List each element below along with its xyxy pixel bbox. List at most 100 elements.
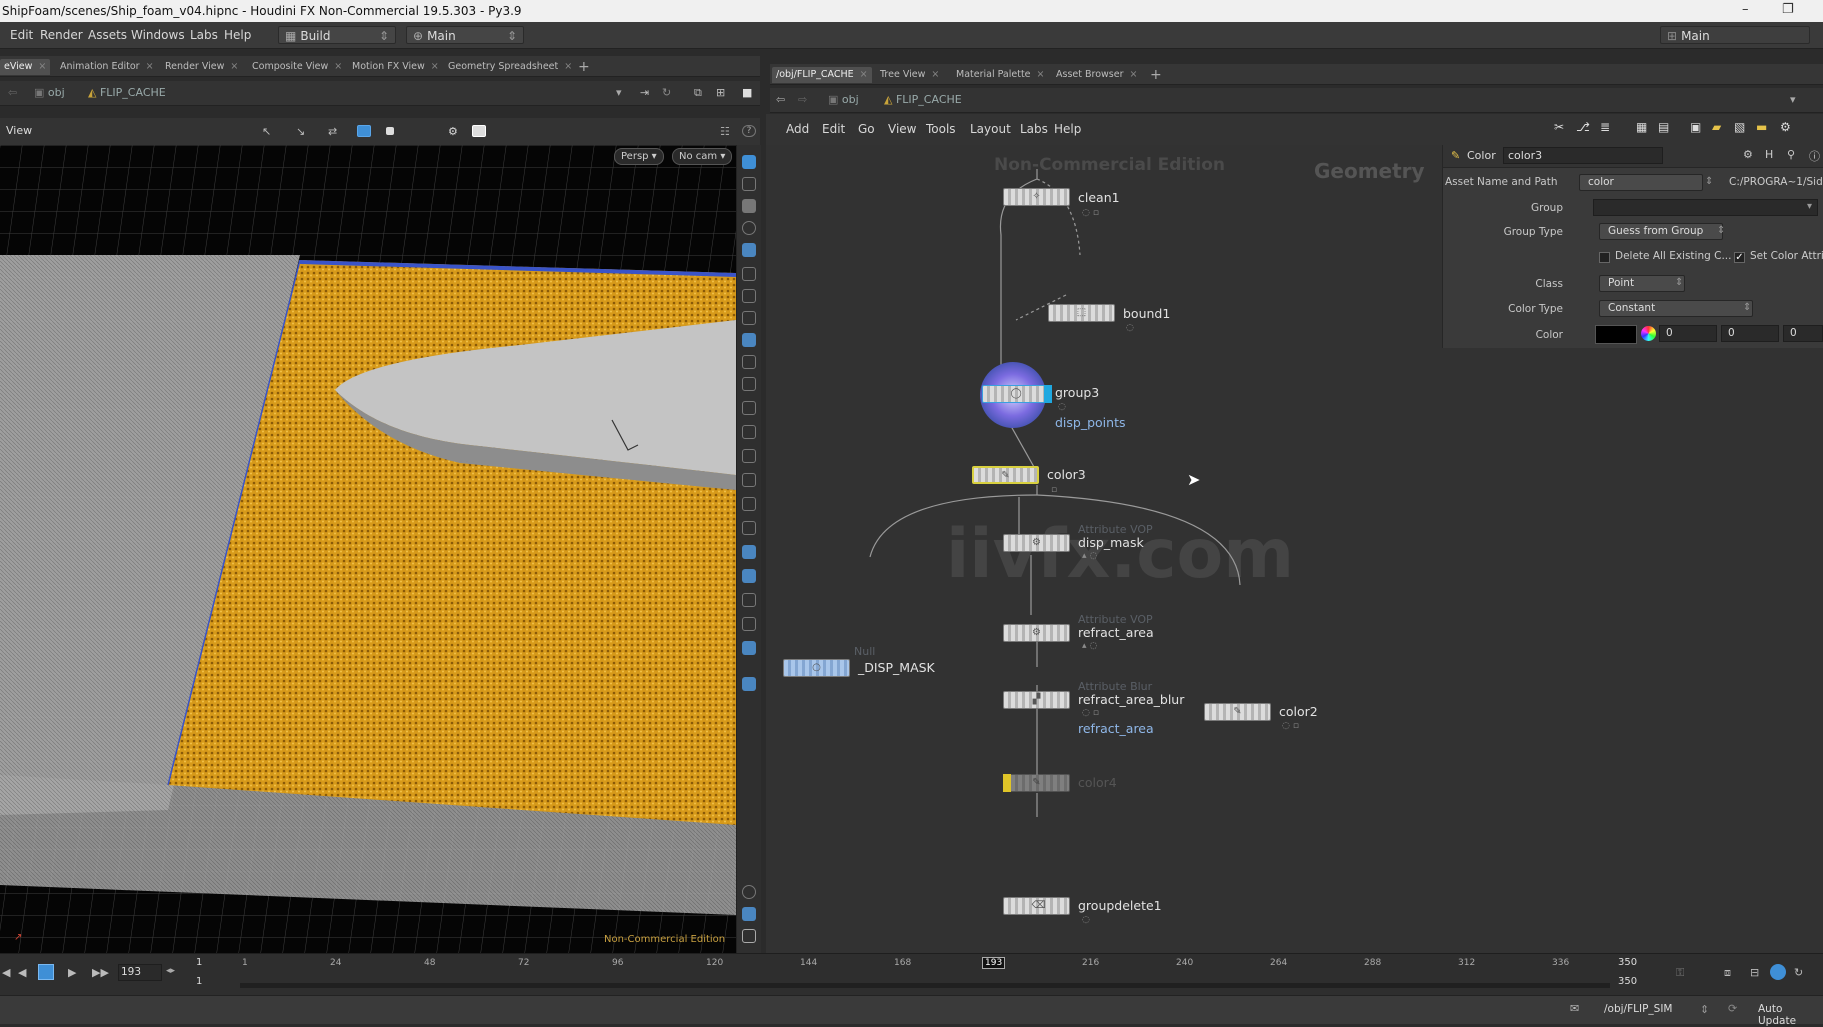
notes-icon[interactable]: ▣ [1690,120,1701,134]
net-menu-view[interactable]: View [888,122,916,136]
pin-icon[interactable]: ⇥ [640,86,649,99]
lighting-icon[interactable] [742,641,756,655]
net-menu-labs[interactable]: Labs [1020,122,1048,136]
status-path[interactable]: /obj/FLIP_SIM [1604,1003,1672,1015]
node-name-field[interactable]: color3 [1503,147,1663,164]
current-frame-field[interactable]: 193 [118,964,162,981]
shelf-set-selector[interactable]: ▦ Build ⇕ [278,26,396,44]
close-icon[interactable]: × [431,61,439,72]
chevron-updown-icon[interactable]: ⇕ [1700,1003,1709,1016]
node-color4[interactable]: ✎ [1003,774,1070,792]
node-color2[interactable]: ✎ [1204,703,1271,721]
guide-display-icon[interactable] [742,473,756,487]
channel-icon[interactable]: ⊟ [1750,966,1759,979]
playhead-frame[interactable]: 193 [982,957,1006,969]
color-r-field[interactable]: 0 [1659,325,1717,342]
add-tab-icon[interactable]: + [578,59,590,75]
grid-icon[interactable] [742,907,756,921]
path-root[interactable]: ▣ obj [828,93,859,106]
link-display-icon[interactable] [742,425,756,439]
safe-area-icon[interactable] [742,617,756,631]
pin-display-icon[interactable] [742,267,756,281]
menu-edit[interactable]: Edit [10,28,33,42]
back-arrow-icon[interactable]: ⇦ [8,86,17,99]
chevron-down-icon[interactable]: ▾ [1790,93,1796,106]
close-icon[interactable]: × [860,69,868,80]
info-icon[interactable] [742,885,756,899]
background-icon[interactable] [742,593,756,607]
close-icon[interactable]: × [146,61,154,72]
tools-icon[interactable]: ✂ [1554,120,1564,134]
add-tab-icon[interactable]: + [1150,67,1162,83]
node-refract-area-blur[interactable]: ▞ [1003,691,1070,709]
bypass-flag[interactable] [1003,774,1011,792]
search-icon[interactable]: ⚲ [1787,148,1795,161]
color-type-select[interactable]: Constant [1599,300,1753,317]
net-menu-tools[interactable]: Tools [926,122,956,136]
link-icon[interactable]: ⧉ [694,86,702,100]
maximize-pane-icon[interactable]: ■ [742,86,752,99]
gear-icon[interactable]: ⚙ [1780,120,1791,134]
loop-icon[interactable]: ↻ [1794,966,1803,979]
tab-scene-view[interactable]: eView × [0,59,51,75]
timeline-track[interactable]: 1 24 48 72 96 120 144 168 193 216 240 26… [240,954,1610,994]
minimize-button[interactable]: – [1742,2,1749,17]
group-type-select[interactable]: Guess from Group [1599,223,1723,240]
grid-view-icon[interactable]: ▦ [1636,120,1647,134]
sticky-note-icon[interactable]: ▰ [1712,120,1721,134]
tile-view-icon[interactable]: ▤ [1658,120,1669,134]
color-swatch[interactable] [1595,325,1637,344]
tab-network-editor[interactable]: /obj/FLIP_CACHE × [772,67,872,83]
net-menu-edit[interactable]: Edit [822,122,845,136]
tab-tree-view[interactable]: Tree View × [880,67,939,83]
tab-material-palette[interactable]: Material Palette × [956,67,1044,83]
range-end-2[interactable]: 350 [1618,976,1637,987]
help-icon[interactable]: ? [742,125,756,137]
snapshot-icon[interactable] [472,125,486,137]
help-icon[interactable]: H [1765,148,1773,161]
color-b-field[interactable]: 0 [1783,325,1823,342]
wire-display-icon[interactable] [742,401,756,415]
snap-tool-icon[interactable]: ↘ [296,125,310,138]
viewport-options-icon[interactable]: ☷ [720,125,734,138]
tab-geometry-spreadsheet[interactable]: Geometry Spreadsheet × [448,59,572,75]
set-color-checkbox[interactable]: ✓ [1734,252,1745,263]
path-node[interactable]: ◭ FLIP_CACHE [88,86,166,99]
key-icon[interactable]: ⚿ [1676,966,1684,980]
menu-windows[interactable]: Windows [131,28,185,42]
number-display-icon[interactable] [742,449,756,463]
scene-viewport[interactable]: Non-Commercial Edition ↗ Persp ▾ No cam … [0,145,736,953]
close-icon[interactable]: × [1037,69,1045,80]
node-groupdelete1[interactable]: ⌫ [1003,897,1070,915]
realtime-toggle-icon[interactable] [1770,964,1786,980]
node-refract-area[interactable]: ⚙ [1003,624,1070,642]
display-options-icon[interactable] [742,569,756,583]
net-menu-add[interactable]: Add [786,122,809,136]
template-display-icon[interactable] [742,521,756,535]
tree-icon[interactable]: ⎇ [1576,120,1590,134]
stop-icon[interactable] [386,127,394,135]
chevron-down-icon[interactable]: ▾ [1807,201,1812,212]
normal-display-icon[interactable] [742,311,756,325]
color-wheel-icon[interactable] [1641,326,1656,341]
gear-icon[interactable]: ⚙ [1743,148,1753,161]
menu-help[interactable]: Help [224,28,251,42]
class-select[interactable]: Point [1599,275,1685,292]
light-icon[interactable] [742,243,756,257]
node-clean1[interactable]: ✧ [1003,188,1070,206]
tab-render-view[interactable]: Render View × [165,59,238,75]
close-icon[interactable]: × [334,61,342,72]
group-field[interactable] [1593,199,1818,216]
refresh-icon[interactable]: ↻ [662,86,671,99]
jump-start-icon[interactable]: ◀ [2,966,10,979]
color-g-field[interactable]: 0 [1721,325,1779,342]
node-disp-mask[interactable]: ⚙ [1003,534,1070,552]
node-bound1[interactable]: ⬚ [1048,304,1115,322]
net-menu-help[interactable]: Help [1054,122,1081,136]
ghost-display-icon[interactable] [742,497,756,511]
jump-end-icon[interactable]: ▶▶ [92,966,109,979]
lock-camera-icon[interactable] [742,199,756,213]
persp-camera-menu[interactable]: Persp ▾ [614,148,664,165]
tab-motion-fx-view[interactable]: Motion FX View × [352,59,439,75]
select-tool-icon[interactable]: ↖ [262,125,276,138]
